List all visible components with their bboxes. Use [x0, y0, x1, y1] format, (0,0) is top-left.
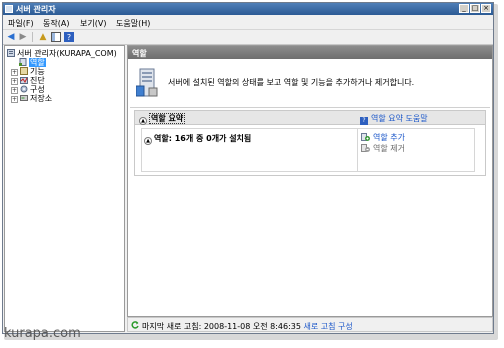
- up-folder-icon[interactable]: ▲: [38, 32, 48, 42]
- add-roles-link[interactable]: 역할 추가: [361, 132, 405, 143]
- minimize-icon[interactable]: _: [459, 4, 469, 13]
- svg-text:?: ?: [67, 33, 71, 42]
- tree-item-label: 역할: [29, 58, 46, 67]
- roles-icon: [19, 58, 27, 66]
- show-hide-tree-icon[interactable]: [51, 32, 61, 42]
- configuration-icon: [20, 85, 28, 93]
- refresh-icon[interactable]: [131, 321, 139, 329]
- roles-summary-help-label: 역할 요약 도움말: [371, 114, 428, 123]
- roles-summary-toggle[interactable]: ▲ 역할 요약: [139, 113, 186, 125]
- add-roles-label: 역할 추가: [373, 133, 405, 142]
- tree-item-roles[interactable]: 역할: [19, 58, 46, 67]
- roles-status-toggle[interactable]: ▲ 역할: 16개 중 0개가 설치됨: [144, 133, 251, 145]
- forward-arrow-icon[interactable]: ▶: [18, 32, 28, 42]
- menu-action[interactable]: 동작(A): [43, 18, 69, 29]
- main-pane: 역할 서버에 설치된 역할의 상태를 보고 역할 및 기능을 추가하거나 제거합…: [127, 45, 493, 317]
- expand-icon[interactable]: +: [11, 87, 18, 94]
- toolbar-separator: [32, 32, 33, 42]
- toolbar: ◀ ▶ ▲ ?: [3, 30, 493, 45]
- watermark: kurapa.com: [4, 326, 81, 341]
- diagnostics-icon: [20, 77, 28, 84]
- tree-item-diagnostics[interactable]: + 진단: [11, 76, 45, 85]
- help-icon[interactable]: ?: [64, 32, 74, 42]
- status-text-line: 마지막 새로 고침: 2008-11-08 오전 8:46:35 새로 고침 구…: [142, 321, 353, 332]
- expand-icon[interactable]: +: [11, 96, 18, 103]
- tree-item-storage[interactable]: + 저장소: [11, 94, 52, 103]
- help-icon: ?: [360, 117, 368, 125]
- tree-item-label: 기능: [30, 67, 45, 76]
- tree-root[interactable]: 서버 관리자(KURAPA_COM): [7, 49, 117, 58]
- server-manager-icon: [7, 49, 15, 57]
- configure-refresh-link[interactable]: 새로 고침 구성: [304, 322, 353, 331]
- roles-banner: 서버에 설치된 역할의 상태를 보고 역할 및 기능을 추가하거나 제거합니다.: [130, 61, 490, 108]
- roles-summary-title: 역할 요약: [149, 113, 186, 124]
- app-icon: [5, 5, 13, 13]
- main-header-title: 역할: [132, 49, 147, 58]
- collapse-icon[interactable]: ▲: [139, 117, 147, 125]
- server-manager-window: 서버 관리자 _ □ × 파일(F) 동작(A) 보기(V) 도움말(H) ◀ …: [2, 2, 494, 334]
- tree-item-label: 구성: [30, 85, 45, 94]
- status-bar: 마지막 새로 고침: 2008-11-08 오전 8:46:35 새로 고침 구…: [127, 317, 493, 332]
- last-refresh-text: 마지막 새로 고침: 2008-11-08 오전 8:46:35: [142, 322, 301, 331]
- collapse-icon[interactable]: ▲: [144, 137, 152, 145]
- roles-summary-header: ▲ 역할 요약 ? 역할 요약 도움말: [135, 111, 485, 125]
- window-title: 서버 관리자: [16, 5, 56, 14]
- remove-roles-label: 역할 제거: [373, 144, 405, 153]
- back-arrow-icon[interactable]: ◀: [6, 32, 16, 42]
- roles-summary-help-link[interactable]: ? 역할 요약 도움말: [360, 113, 428, 125]
- features-icon: [20, 67, 28, 75]
- storage-icon: [20, 95, 28, 101]
- maximize-icon[interactable]: □: [470, 4, 480, 13]
- server-icon: [136, 68, 158, 97]
- roles-actions: 역할 추가 역할 제거: [357, 129, 476, 171]
- remove-roles-link[interactable]: 역할 제거: [361, 143, 405, 154]
- navigation-tree: 서버 관리자(KURAPA_COM) 역할 + 기능 + 진단 + 구성 + 저장소: [4, 45, 125, 332]
- tree-item-configuration[interactable]: + 구성: [11, 85, 45, 94]
- expand-icon[interactable]: +: [11, 78, 18, 85]
- main-header: 역할: [128, 46, 492, 59]
- roles-status-panel: ▲ 역할: 16개 중 0개가 설치됨 역할 추가 역할 제거: [141, 128, 475, 172]
- menu-view[interactable]: 보기(V): [80, 18, 106, 29]
- remove-roles-icon: [361, 144, 370, 152]
- add-roles-icon: [361, 133, 370, 141]
- tree-root-label: 서버 관리자(KURAPA_COM): [17, 49, 117, 58]
- expand-icon[interactable]: +: [11, 69, 18, 76]
- menu-bar: 파일(F) 동작(A) 보기(V) 도움말(H): [3, 15, 493, 30]
- tree-item-label: 진단: [30, 76, 45, 85]
- roles-status-text: 역할: 16개 중 0개가 설치됨: [154, 134, 252, 143]
- tree-item-features[interactable]: + 기능: [11, 67, 45, 76]
- menu-file[interactable]: 파일(F): [8, 18, 34, 29]
- title-bar[interactable]: 서버 관리자 _ □ ×: [3, 3, 493, 15]
- roles-description: 서버에 설치된 역할의 상태를 보고 역할 및 기능을 추가하거나 제거합니다.: [168, 78, 415, 87]
- close-icon[interactable]: ×: [481, 4, 491, 13]
- tree-item-label: 저장소: [30, 94, 53, 103]
- menu-help[interactable]: 도움말(H): [116, 18, 150, 29]
- roles-summary-section: ▲ 역할 요약 ? 역할 요약 도움말 ▲ 역할: 16개 중 0개가 설치됨 역할 …: [134, 110, 486, 176]
